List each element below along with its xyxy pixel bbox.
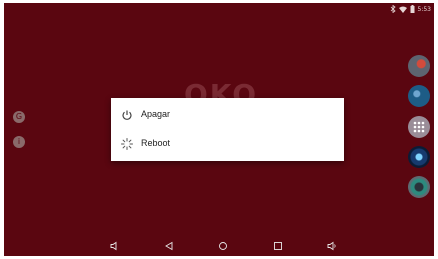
reboot-label: Reboot — [141, 138, 171, 148]
app-icon[interactable] — [408, 146, 430, 168]
reboot-option[interactable]: Reboot — [111, 130, 344, 160]
wifi-icon — [398, 6, 407, 13]
power-icon — [122, 110, 132, 120]
app-icon[interactable] — [408, 85, 430, 107]
bluetooth-icon — [390, 5, 396, 13]
g-icon[interactable]: G — [13, 111, 25, 123]
app-drawer-dots-icon — [413, 121, 425, 133]
back-icon[interactable] — [164, 241, 174, 251]
clock: 5:53 — [417, 5, 431, 13]
recents-icon[interactable] — [273, 241, 283, 251]
volume-down-icon[interactable] — [110, 241, 120, 251]
status-icons: 5:53 — [390, 4, 431, 14]
volume-up-icon[interactable] — [327, 241, 337, 251]
settings-icon[interactable] — [408, 176, 430, 198]
status-bar: 5:53 — [4, 3, 434, 15]
app-drawer-icon[interactable] — [408, 116, 430, 138]
app-icon[interactable] — [408, 55, 430, 77]
power-off-option[interactable]: Apagar — [111, 101, 344, 131]
info-icon[interactable]: i — [13, 136, 25, 148]
power-off-label: Apagar — [141, 109, 171, 119]
reboot-spinner-icon — [121, 138, 133, 150]
android-screen: 5:53 OKO G i Apagar Reboot — [4, 3, 434, 256]
navigation-bar — [4, 236, 434, 256]
home-icon[interactable] — [218, 241, 228, 251]
power-menu-dialog: Apagar Reboot — [111, 98, 344, 161]
battery-charging-icon — [410, 5, 415, 13]
